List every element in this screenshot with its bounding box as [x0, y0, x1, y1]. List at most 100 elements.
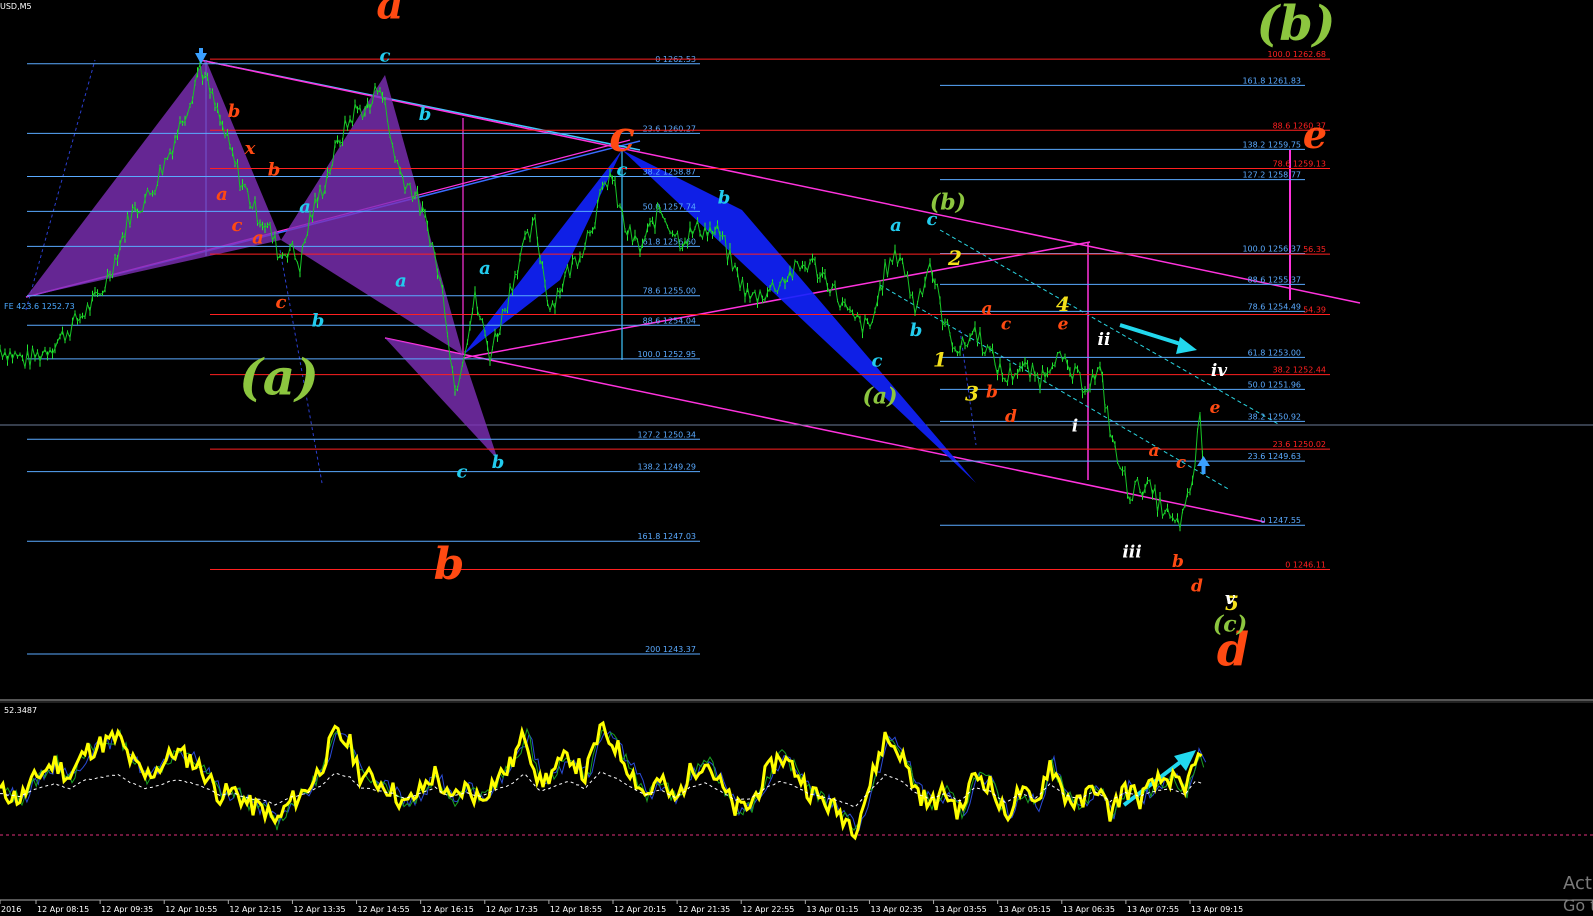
wave-label: c: [927, 209, 938, 230]
arrowhead: [1176, 337, 1197, 354]
indicator-pane: [0, 699, 1593, 841]
wave-label: e: [1210, 398, 1221, 418]
x-tick-label: 2016: [1, 905, 21, 914]
fib-level-label: 50.0 1251.96: [1248, 380, 1301, 389]
wave-label: ii: [1098, 330, 1111, 350]
x-tick-label: 12 Apr 09:35: [101, 905, 153, 914]
fib-level-label: 61.8 1253.00: [1248, 348, 1301, 357]
wave-label: a: [1148, 441, 1159, 461]
wave-label: e: [1058, 315, 1069, 335]
watermark-text: Act: [1563, 873, 1592, 894]
fib-level-label: 138.2 1249.29: [637, 463, 696, 472]
fib-level-label: 50.0 1257.74: [643, 202, 696, 211]
fib-level-label: 78.6 1255.00: [643, 287, 696, 296]
x-tick-label: 12 Apr 22:55: [742, 905, 794, 914]
x-tick-label: 12 Apr 10:55: [165, 905, 217, 914]
x-ticks: 2016 12 Apr 08:15 12 Apr 09:35 12 Apr 10:55…: [0, 900, 1243, 914]
wave-label: c: [609, 112, 635, 161]
wave-label: c: [1001, 315, 1012, 335]
fib-level-label: 161.8 1261.83: [1242, 76, 1301, 85]
x-tick-label: 12 Apr 20:15: [614, 905, 666, 914]
fib-level-label: 38.2 1250.92: [1248, 412, 1301, 421]
wave-label: c: [232, 215, 243, 236]
fib-level-label: 38.2 1252.44: [1273, 366, 1326, 375]
x-tick-label: 12 Apr 08:15: [37, 905, 89, 914]
wave-label: iv: [1211, 361, 1228, 381]
wave-label: x: [244, 138, 256, 159]
x-axis: 2016 12 Apr 08:15 12 Apr 09:35 12 Apr 10:55…: [0, 899, 1593, 914]
wave-label: c: [1176, 453, 1187, 473]
wave-label: b: [1172, 552, 1184, 572]
wave-label: (c): [1213, 611, 1247, 637]
fib-level-label: 23.6 1249.63: [1248, 452, 1301, 461]
fib-level-label: 23.6 1260.27: [643, 124, 696, 133]
wave-label: 2: [947, 246, 962, 270]
wave-label: d: [1191, 576, 1203, 596]
wave-label: a: [395, 270, 407, 291]
arrowhead: [1174, 750, 1196, 771]
wave-label: (a): [239, 347, 319, 406]
direction-arrow: [1119, 323, 1188, 348]
wave-label: b: [312, 311, 325, 332]
wave-label: (a): [862, 384, 897, 410]
wave-label: a: [216, 184, 228, 205]
wave-label: b: [228, 101, 241, 122]
fib-level-label: 100.0 1252.95: [637, 350, 696, 359]
wave-label: b: [910, 320, 923, 341]
indicator-value: 52.3487: [4, 706, 37, 715]
x-tick-label: 12 Apr 21:35: [678, 905, 730, 914]
fib-level-label: 88.6 1255.37: [1248, 275, 1301, 284]
x-tick-label: 13 Apr 06:35: [1063, 905, 1115, 914]
wave-label: b: [268, 160, 281, 181]
wave-label: a: [890, 215, 902, 236]
stochastic-series: [0, 720, 1207, 841]
stoch-signal-line: [1, 727, 1205, 832]
wave-label: c: [276, 292, 287, 313]
wave-label: a: [376, 0, 403, 28]
wave-label: 3: [965, 381, 979, 405]
pattern-triangle: [26, 60, 281, 297]
wave-label: (b): [1257, 0, 1336, 52]
watermark-line: Act: [1563, 873, 1592, 894]
wave-label: a: [252, 227, 264, 248]
wave-label: b: [419, 104, 432, 125]
wave-label: b: [986, 382, 998, 402]
wave-label: a: [299, 197, 311, 218]
watermark-text: Go t: [1563, 896, 1593, 915]
x-tick-label: 13 Apr 07:55: [1127, 905, 1179, 914]
fe-label: FE 423.6 1252.73: [4, 302, 75, 311]
pattern-triangle: [385, 338, 498, 460]
fib-level-label: 127.2 1250.34: [637, 430, 696, 439]
wave-label: b: [718, 187, 731, 208]
wave-label: c: [872, 351, 883, 372]
fib-level-label: 78.6 1259.13: [1273, 159, 1326, 168]
x-tick-label: 12 Apr 18:55: [550, 905, 602, 914]
price-chart: 0 1262.5323.6 1260.2738.2 1258.8750.0 12…: [0, 0, 1593, 915]
wave-label: b: [492, 452, 505, 473]
watermark: Act Go t: [1563, 873, 1593, 915]
symbol-label: USD,M5: [0, 2, 32, 11]
wave-label: e: [1303, 112, 1327, 157]
fib-level-label: 54.39: [1303, 306, 1326, 315]
fib-level-label: 100.0 1256.37: [1242, 245, 1301, 254]
wave-label: c: [380, 46, 391, 67]
watermark-line: Go t: [1563, 896, 1593, 915]
fib-level-label: 88.6 1254.04: [643, 316, 696, 325]
wave-label: d: [1005, 407, 1017, 427]
pattern-triangle: [463, 150, 622, 355]
fib-level-label: 127.2 1258.77: [1242, 171, 1301, 180]
x-tick-label: 12 Apr 13:35: [293, 905, 345, 914]
x-tick-label: 13 Apr 02:35: [870, 905, 922, 914]
wave-label: i: [1072, 416, 1078, 436]
wave-label: a: [981, 299, 992, 319]
fib-level-label: 56.35: [1303, 245, 1326, 254]
x-tick-label: 12 Apr 14:55: [358, 905, 410, 914]
fib-level-label: 0 1246.11: [1285, 561, 1326, 570]
fib-level-label: 161.8 1247.03: [637, 532, 696, 541]
wave-label: iii: [1122, 543, 1141, 563]
x-tick-label: 13 Apr 03:55: [935, 905, 987, 914]
fib-level-label: 138.2 1259.75: [1242, 140, 1301, 149]
fib-level-label: 78.6 1254.49: [1248, 302, 1301, 311]
wave-label: 1: [933, 348, 947, 372]
wave-label: 4: [1056, 292, 1070, 316]
